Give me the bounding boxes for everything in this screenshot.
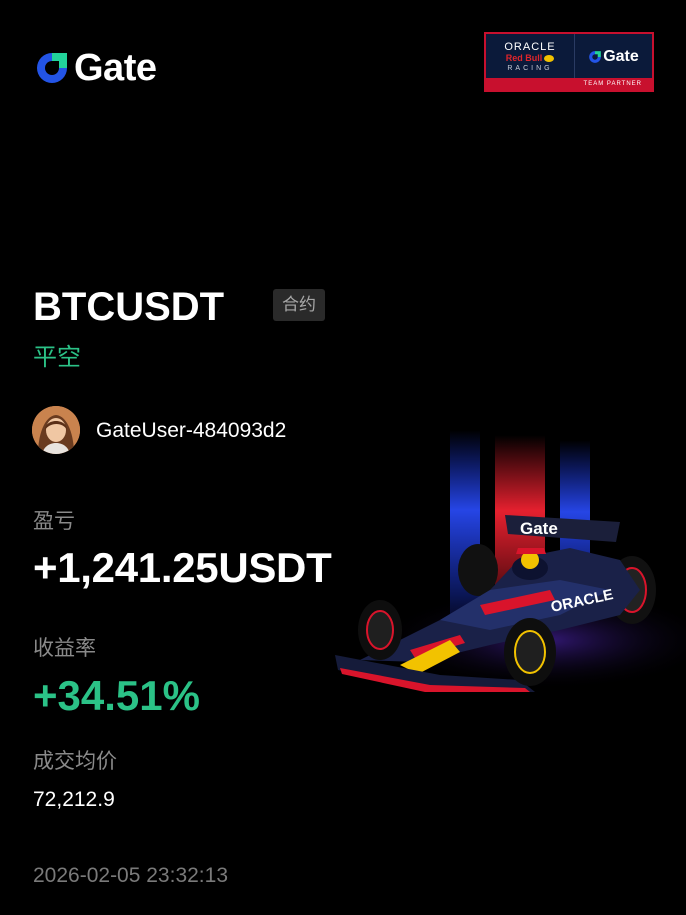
roi-value: +34.51% bbox=[33, 672, 200, 719]
f1-car-icon: Gate ORACLE bbox=[335, 430, 686, 692]
gate-logo-text: Gate bbox=[74, 47, 157, 89]
roi-label: 收益率 bbox=[33, 636, 96, 660]
gate-logo-icon bbox=[37, 53, 67, 83]
gate-logo: Gate bbox=[34, 47, 157, 89]
partner-gate-logo: Gate bbox=[575, 34, 652, 80]
trade-action: 平空 bbox=[33, 343, 81, 371]
avatar bbox=[32, 406, 80, 454]
racing-wordmark: RACING bbox=[507, 65, 553, 72]
share-card: Gate ORACLE Red Bull RACING Gate TEAM PA… bbox=[0, 0, 686, 915]
avg-price-label: 成交均价 bbox=[33, 749, 117, 773]
trading-pair: BTCUSDT bbox=[33, 285, 225, 329]
avatar-photo-icon bbox=[32, 406, 80, 454]
bull-icon bbox=[544, 55, 555, 62]
avg-price-value: 72,212.9 bbox=[33, 788, 115, 811]
redbull-wordmark: Red Bull bbox=[506, 53, 555, 64]
pnl-value: +1,241.25USDT bbox=[33, 544, 332, 591]
market-type-badge: 合约 bbox=[273, 289, 325, 321]
pnl-label: 盈亏 bbox=[33, 509, 75, 533]
car-livery-text: Gate bbox=[520, 519, 558, 538]
team-partner-badge: ORACLE Red Bull RACING Gate TEAM PARTNER bbox=[484, 32, 654, 92]
timestamp: 2026-02-05 23:32:13 bbox=[33, 864, 228, 887]
oracle-wordmark: ORACLE bbox=[504, 41, 556, 53]
team-partner-label: TEAM PARTNER bbox=[486, 78, 652, 90]
username: GateUser-484093d2 bbox=[96, 419, 287, 442]
gate-logo-small-icon bbox=[589, 51, 602, 63]
